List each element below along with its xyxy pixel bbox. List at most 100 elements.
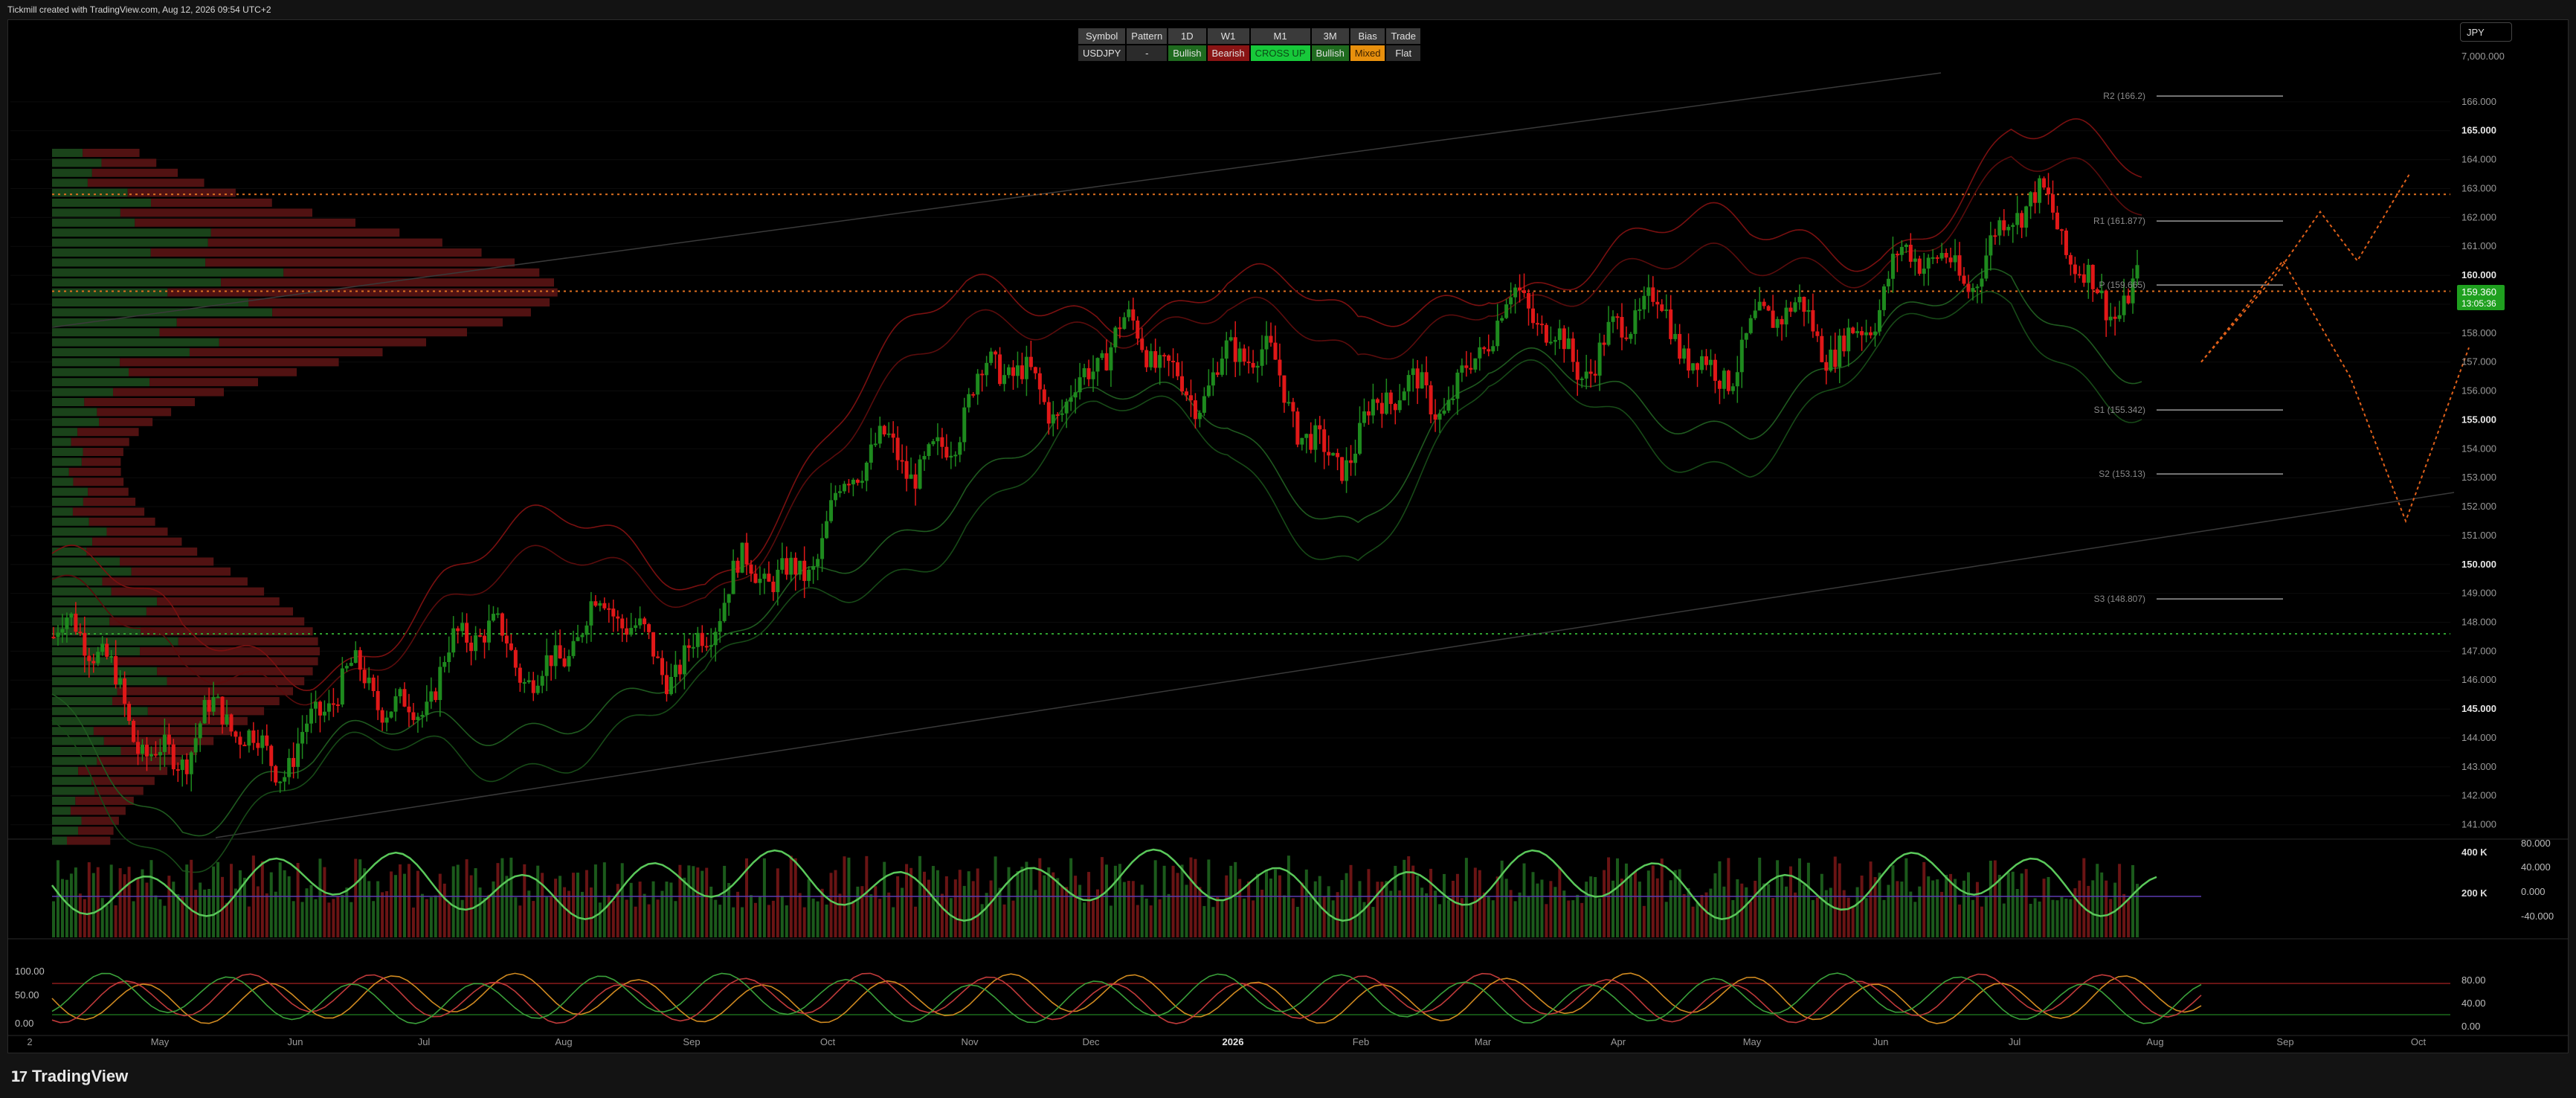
- signal-header-6: Bias: [1350, 28, 1385, 44]
- candle-body: [1602, 342, 1606, 345]
- candle-body: [731, 560, 735, 594]
- volume-profile-bar-buy: [52, 777, 92, 786]
- volume-bar: [496, 863, 500, 937]
- candle-body: [807, 569, 811, 581]
- y-axis-label: 152.000: [2461, 501, 2496, 512]
- candle-body: [1060, 413, 1064, 415]
- candle-body: [962, 407, 967, 443]
- candle-body: [65, 617, 69, 629]
- candle-body: [878, 426, 882, 444]
- volume-profile-bar-sell: [272, 308, 531, 317]
- candle-body: [1638, 309, 1642, 311]
- volume-bar: [838, 893, 842, 937]
- candle-body: [602, 603, 607, 609]
- candle-body: [1580, 378, 1584, 380]
- candle-body: [1708, 359, 1713, 365]
- candle-body: [2077, 274, 2081, 276]
- candle-body: [1984, 255, 1989, 279]
- candle-body: [1104, 353, 1109, 370]
- volume-bar: [1727, 858, 1730, 937]
- candle-body: [447, 652, 451, 662]
- candle-body: [1211, 372, 1215, 386]
- candle-body: [860, 481, 864, 483]
- candle-body: [740, 542, 744, 573]
- volume-bar: [100, 898, 104, 937]
- candle-body: [1886, 278, 1890, 287]
- volume-bar: [527, 890, 531, 937]
- volume-profile-bar-sell: [113, 657, 318, 666]
- volume-bar: [687, 865, 691, 937]
- candle-body: [238, 736, 242, 745]
- candle-body: [1176, 362, 1180, 376]
- candle-body: [802, 560, 807, 581]
- volume-bar: [247, 906, 251, 937]
- volume-bar: [647, 904, 651, 937]
- candle-body: [274, 765, 278, 783]
- volume-bar: [318, 858, 322, 937]
- volume-bar: [1153, 860, 1157, 937]
- volume-bar: [874, 886, 878, 937]
- candle-body: [1086, 367, 1091, 379]
- candle-body: [611, 609, 616, 617]
- volume-bar: [1340, 879, 1344, 937]
- volume-bar: [1553, 887, 1557, 937]
- candle-body: [820, 538, 825, 559]
- candle-body: [851, 479, 855, 485]
- volume-bar: [1571, 900, 1575, 937]
- candle-body: [265, 735, 269, 746]
- volume-bar: [1975, 882, 1979, 937]
- candle-body: [1513, 287, 1518, 298]
- volume-bar: [767, 905, 770, 937]
- candle-body: [1806, 309, 1811, 312]
- volume-bar: [1789, 866, 1793, 937]
- price-chart[interactable]: R2 (166.2) R1 (161.877) P (159.665) S1 (155…: [0, 0, 2576, 1053]
- volume-bar: [1878, 873, 1881, 937]
- volume-profile-bar-sell: [84, 398, 196, 406]
- candle-body: [531, 680, 535, 693]
- candle-body: [1282, 375, 1287, 403]
- volume-profile-bar-sell: [109, 617, 305, 626]
- volume-bar: [1100, 857, 1104, 937]
- volume-bar: [967, 871, 970, 937]
- candle-body: [1980, 278, 1984, 287]
- volume-bar: [274, 891, 277, 937]
- candle-body: [1460, 365, 1464, 373]
- currency-button[interactable]: JPY: [2460, 22, 2512, 42]
- osc-axis-label: 80.000: [2521, 838, 2551, 849]
- candle-body: [1899, 247, 1904, 255]
- volume-bar: [1691, 906, 1695, 937]
- volume-profile-bar-sell: [146, 607, 294, 616]
- volume-bar: [953, 879, 957, 937]
- volume-bar: [940, 893, 944, 937]
- candle-body: [1028, 356, 1033, 367]
- volume-bar: [1252, 900, 1255, 937]
- volume-bar: [1966, 872, 1970, 937]
- volume-bar: [420, 893, 424, 937]
- volume-profile-bar-buy: [52, 208, 120, 217]
- candle-body: [2090, 265, 2095, 289]
- volume-bar: [2055, 900, 2059, 937]
- candle-body: [1846, 327, 1851, 352]
- candle-body: [1557, 328, 1562, 341]
- volume-bar: [447, 903, 451, 937]
- candle-body: [2055, 212, 2059, 230]
- candle-body: [1349, 460, 1353, 463]
- y-axis-label: 161.000: [2461, 240, 2496, 251]
- volume-bar: [434, 895, 437, 937]
- volume-bar: [358, 859, 362, 937]
- volume-profile-bar-buy: [52, 607, 146, 616]
- candle-body: [127, 704, 132, 722]
- volume-profile-bar-buy: [52, 757, 97, 765]
- volume-bar: [1429, 868, 1433, 937]
- volume-bar: [74, 867, 77, 937]
- tradingview-brand[interactable]: 𝟭7 TradingView: [10, 1067, 128, 1086]
- volume-bar: [1300, 882, 1304, 937]
- candle-body: [673, 664, 677, 678]
- volume-profile-bar-sell: [91, 777, 155, 786]
- candle-body: [153, 754, 158, 756]
- y-axis-label: 145.000: [2461, 703, 2496, 714]
- candle-body: [1007, 367, 1011, 376]
- candle-body: [393, 696, 398, 712]
- volume-bar: [1194, 858, 1197, 937]
- volume-bar: [1011, 900, 1015, 937]
